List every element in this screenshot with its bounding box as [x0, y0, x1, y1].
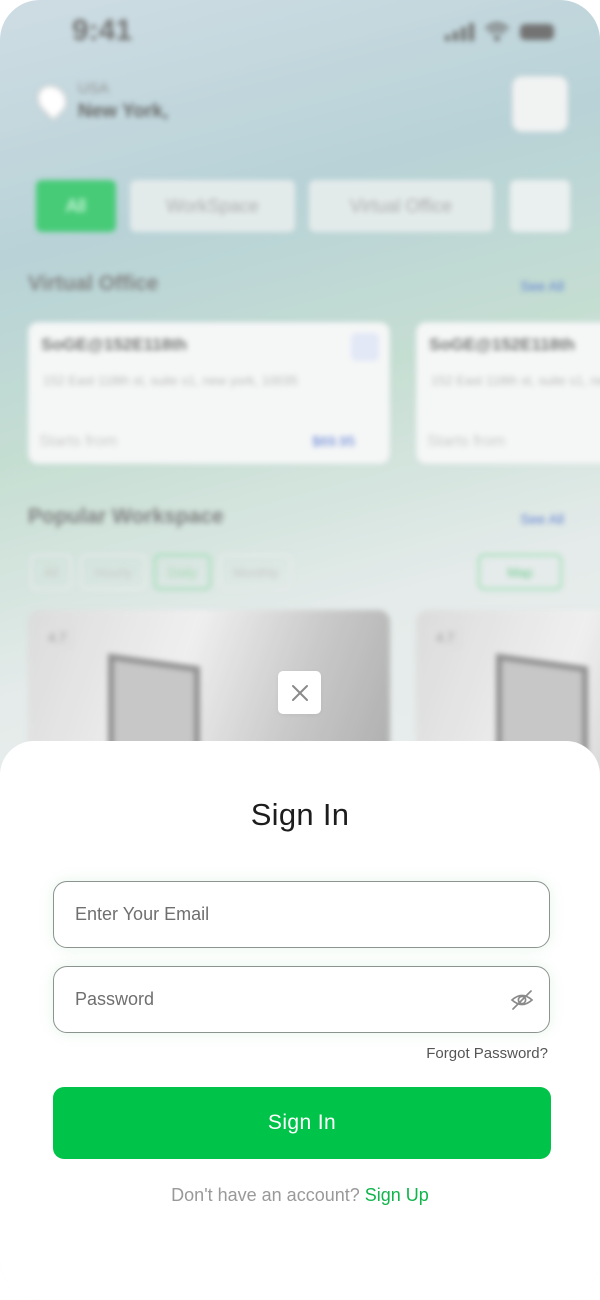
close-icon [291, 684, 308, 701]
sign-in-sheet: Sign In Forgot Password? Sign In Don't h… [0, 741, 600, 1300]
no-account-text: Don't have an account? [171, 1185, 360, 1205]
signup-prompt: Don't have an account? Sign Up [0, 1185, 600, 1206]
sign-up-link[interactable]: Sign Up [365, 1185, 429, 1205]
sign-in-button[interactable]: Sign In [53, 1087, 551, 1159]
eye-off-icon[interactable] [509, 987, 535, 1013]
forgot-password-link[interactable]: Forgot Password? [426, 1045, 548, 1062]
email-field[interactable] [53, 881, 550, 948]
page-title: Sign In [250, 797, 350, 832]
password-input[interactable] [73, 988, 497, 1011]
close-button[interactable] [278, 671, 321, 714]
password-field[interactable] [53, 966, 550, 1033]
email-input[interactable] [73, 903, 497, 926]
